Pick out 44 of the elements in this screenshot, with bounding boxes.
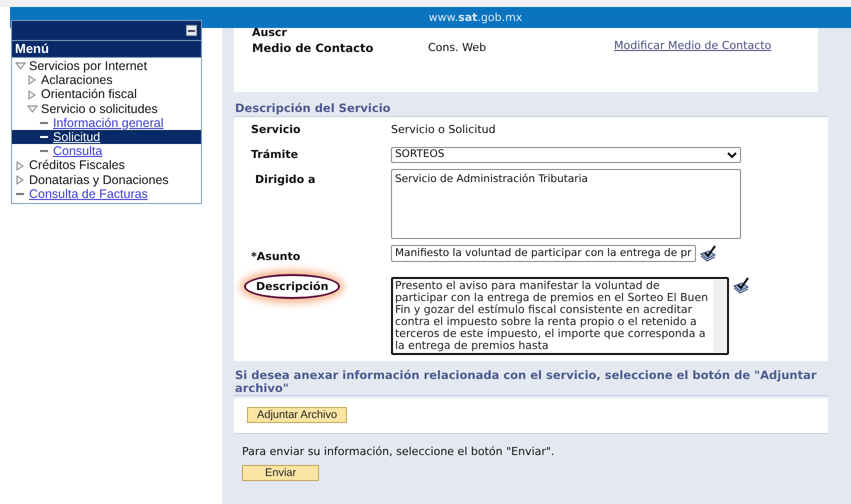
dash-icon (40, 122, 48, 124)
field-label: Servicio (251, 122, 301, 136)
collapsed-triangle-icon[interactable] (15, 174, 26, 185)
tree-link[interactable]: Consulta (53, 144, 102, 158)
send-instructions: Para enviar su información, seleccione el botón "Enviar". (241, 444, 556, 460)
tree-item[interactable]: Créditos Fiscales (29, 158, 125, 173)
tree-item[interactable]: Orientación fiscal (41, 87, 137, 102)
expanded-triangle-icon[interactable] (27, 104, 38, 114)
tree-item[interactable]: Donatarias y Donaciones (29, 172, 169, 187)
attach-file-button[interactable]: Adjuntar Archivo (247, 407, 348, 424)
field-label: Dirigido a (255, 172, 316, 186)
site-address: www.sat.gob.mx (428, 11, 522, 24)
input-field[interactable]: Manifiesto la voluntad de participar con la entrega de pr (391, 244, 696, 262)
tree-item[interactable]: Aclaraciones (41, 73, 113, 88)
field-value: Servicio o Solicitud (391, 122, 496, 138)
caret-icon (727, 152, 737, 159)
field-label: Auscr (252, 28, 287, 38)
dash-icon (40, 150, 48, 152)
field-label: Descripción (244, 274, 340, 300)
field-label: Medio de Contacto (252, 40, 374, 57)
tree-link[interactable]: Consulta de Facturas (29, 186, 148, 202)
tree-item[interactable]: Servicio o solicitudes (41, 102, 158, 116)
select-field[interactable]: SORTEOS (391, 147, 741, 164)
sidebar-title: Menú (11, 41, 202, 58)
text-area[interactable]: Servicio de Administración Tributaria (391, 168, 741, 239)
collapsed-triangle-icon[interactable] (27, 75, 38, 86)
collapsed-triangle-icon[interactable] (27, 90, 38, 100)
modify-contact-link[interactable]: Modificar Medio de Contacto (614, 38, 772, 54)
dash-icon (40, 136, 48, 138)
text-area[interactable]: Presento el aviso para manifestar la voluntad de participar con la entrega de premios en el Sorteo El Buen Fin y gozar del estímulo fiscal consistente en acreditar contra el impuesto sobre la renta propio o el retenido a terceros de este impuesto, el importe que corresponda a la entrega de premios hasta (391, 277, 729, 356)
tree-link[interactable]: Información general (53, 116, 164, 130)
field-label: Trámite (251, 148, 298, 162)
collapsed-triangle-icon[interactable] (15, 160, 26, 171)
dash-icon (16, 192, 24, 195)
field-label: *Asunto (251, 250, 300, 263)
collapse-icon[interactable] (186, 25, 197, 36)
spell-check-icon[interactable] (732, 277, 750, 294)
field-value: Cons. Web (428, 40, 488, 56)
tree-item[interactable]: Servicios por Internet (29, 59, 148, 74)
expanded-triangle-icon[interactable] (15, 61, 26, 72)
spell-check-icon[interactable] (698, 244, 716, 262)
send-button[interactable]: Enviar (242, 465, 320, 482)
section-title: Si desea anexar información relacionada con el servicio, seleccione el botón de "Adjuntar archivo" (234, 361, 828, 396)
scrollbar[interactable] (713, 280, 726, 352)
